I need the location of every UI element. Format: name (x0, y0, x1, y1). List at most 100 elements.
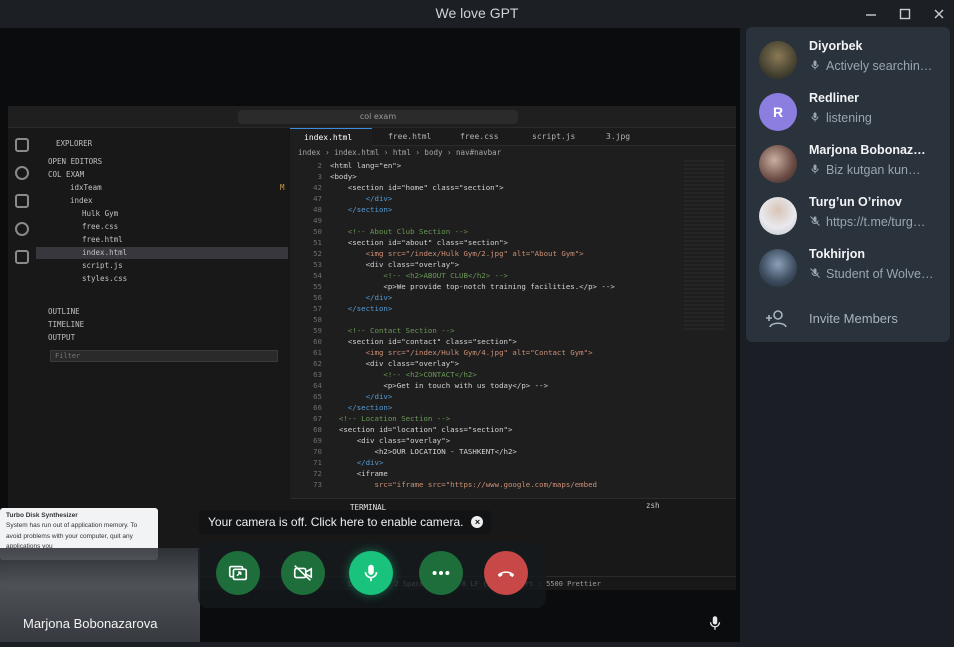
code-line: 52 <img src="/index/Hulk Gym/2.jpg" alt=… (290, 248, 584, 259)
code-text: <div class="overlay"> (330, 260, 460, 269)
search-icon (15, 166, 29, 180)
tree-item: idxTeam (70, 183, 102, 192)
microphone-icon (811, 164, 819, 174)
editor-tabs: index.html free.html free.css script.js … (290, 128, 736, 146)
member-status-text: Student of Wolve… (826, 267, 934, 281)
member-name: Diyorbek (809, 39, 863, 53)
editor-breadcrumb: index › index.html › html › body › nav#n… (298, 148, 502, 157)
member-item[interactable]: Diyorbek Actively searchin… (746, 33, 950, 85)
code-line: 55 <p>We provide top-notch training faci… (290, 281, 615, 292)
camera-off-text: Your camera is off. Click here to enable… (208, 515, 464, 529)
editor-tab: script.js (532, 132, 576, 141)
code-text: <div class="overlay"> (330, 436, 451, 445)
code-text: <body> (330, 172, 357, 181)
code-text: <section id="about" class="section"> (330, 238, 508, 247)
line-number: 68 (313, 425, 322, 434)
code-line: 63 <!-- <h2>CONTACT</h2> (290, 369, 477, 380)
line-number: 69 (313, 436, 322, 445)
line-number: 48 (313, 205, 322, 214)
tree-item-selected: index.html (36, 247, 288, 259)
member-item[interactable]: Marjona Bobonaz… Biz kutgan kun… (746, 137, 950, 189)
dismiss-icon[interactable]: × (471, 516, 484, 528)
code-text: <div class="overlay"> (330, 359, 460, 368)
code-text: <!-- Contact Section --> (330, 326, 455, 335)
code-text: <!-- Location Section --> (330, 414, 451, 423)
code-line: 69 <div class="overlay"> (290, 435, 450, 446)
line-number: 61 (313, 348, 322, 357)
more-icon (432, 570, 450, 576)
line-number: 42 (313, 183, 322, 192)
camera-toggle-button[interactable] (281, 551, 325, 595)
code-text: </div> (330, 194, 393, 203)
code-text: </section> (330, 304, 393, 313)
code-line: 53 <div class="overlay"> (290, 259, 459, 270)
code-line: 67 <!-- Location Section --> (290, 413, 450, 424)
minimize-button[interactable] (855, 4, 887, 24)
window-title: We love GPT (435, 5, 519, 21)
code-line: 58 (290, 314, 330, 325)
member-item[interactable]: R Redliner listening (746, 85, 950, 137)
more-button[interactable] (419, 551, 463, 595)
end-call-button[interactable] (484, 551, 528, 595)
avatar (759, 41, 797, 79)
explorer-title: EXPLORER (56, 139, 93, 148)
line-number: 70 (313, 447, 322, 456)
close-button[interactable] (923, 4, 954, 24)
output-section: OUTPUT (48, 333, 76, 342)
microphone-button[interactable] (349, 551, 393, 595)
code-text: </section> (330, 403, 393, 412)
code-text: <p>We provide top-notch training facilit… (330, 282, 615, 291)
right-background (740, 342, 954, 647)
line-number: 66 (313, 403, 322, 412)
code-line: 3 <body> (290, 171, 357, 182)
member-item[interactable]: Turg’un O’rinov https://t.me/turg… (746, 189, 950, 241)
microphone-icon (364, 564, 378, 582)
code-text: <section id="contact" class="section"> (330, 337, 517, 346)
call-controls (198, 542, 546, 608)
code-text: <p>Get in touch with us today</p> --> (330, 381, 549, 390)
line-number: 50 (313, 227, 322, 236)
member-item[interactable]: Tokhirjon Student of Wolve… (746, 241, 950, 293)
line-number: 62 (313, 359, 322, 368)
line-number: 58 (313, 315, 322, 324)
member-status: Actively searchin… (809, 59, 939, 73)
code-line: 47 </div> (290, 193, 392, 204)
line-number: 57 (313, 304, 322, 313)
line-number: 59 (313, 326, 322, 335)
code-line: 54 <!-- <h2>ABOUT CLUB</h2> --> (290, 270, 508, 281)
speaker-name: Marjona Bobonazarova (23, 616, 158, 631)
code-line: 59 <!-- Contact Section --> (290, 325, 455, 336)
microphone-icon (811, 112, 819, 122)
code-line: 65 </div> (290, 391, 392, 402)
code-line: 56 </div> (290, 292, 392, 303)
editor-search: col exam (238, 110, 518, 124)
line-number: 55 (313, 282, 322, 291)
video-stage: col exam EXPLORER OPEN EDITORS COL EXAM … (0, 28, 740, 642)
microphone-muted-icon (810, 216, 820, 226)
window-titlebar: We love GPT (0, 0, 954, 28)
maximize-button[interactable] (889, 4, 921, 24)
code-text: </section> (330, 205, 393, 214)
tree-item: Hulk Gym (82, 209, 119, 218)
member-name: Redliner (809, 91, 860, 105)
screen-share-button[interactable] (216, 551, 260, 595)
line-number: 72 (313, 469, 322, 478)
modified-mark: M (280, 183, 285, 192)
output-filter: Filter (50, 350, 278, 362)
code-text: <!-- <h2>ABOUT CLUB</h2> --> (330, 271, 508, 280)
line-number: 71 (313, 458, 322, 467)
line-number: 54 (313, 271, 322, 280)
line-number: 2 (317, 161, 322, 170)
editor-tab: 3.jpg (606, 132, 631, 141)
editor-tab: index.html (290, 128, 372, 146)
member-status-text: Biz kutgan kun… (826, 163, 921, 177)
line-number: 60 (313, 337, 322, 346)
member-status: https://t.me/turg… (809, 215, 939, 229)
avatar (759, 249, 797, 287)
invite-members-button[interactable]: Invite Members (746, 299, 950, 339)
line-number: 64 (313, 381, 322, 390)
code-line: 64 <p>Get in touch with us today</p> --> (290, 380, 548, 391)
code-line: 57 </section> (290, 303, 392, 314)
maximize-icon (899, 8, 911, 20)
camera-off-notice[interactable]: Your camera is off. Click here to enable… (199, 510, 492, 534)
